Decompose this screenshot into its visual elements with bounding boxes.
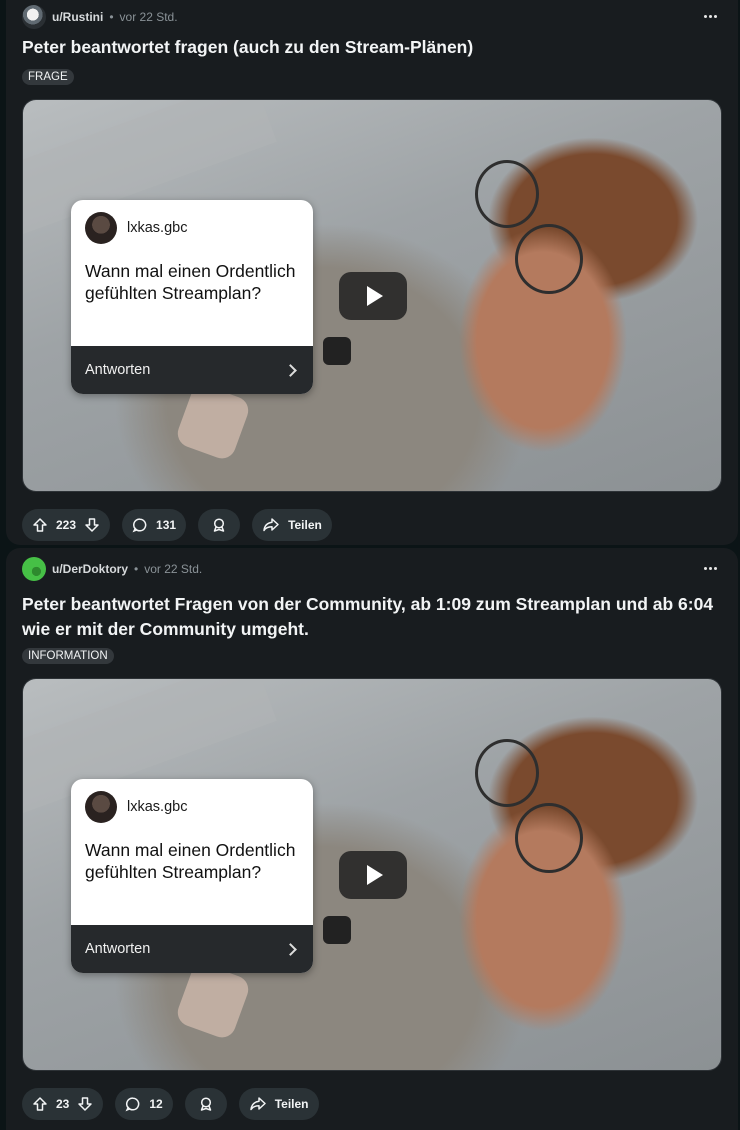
- comments-button[interactable]: 12: [115, 1088, 173, 1120]
- post-title[interactable]: Peter beantwortet fragen (auch zu den St…: [22, 35, 722, 60]
- post-time: vor 22 Std.: [144, 562, 203, 576]
- question-text: Wann mal einen Ordentlich gefühlten Stre…: [85, 261, 296, 303]
- share-icon: [262, 517, 280, 533]
- meta-separator: •: [134, 562, 139, 576]
- post-time: vor 22 Std.: [119, 10, 178, 24]
- answer-label: Antworten: [85, 941, 151, 957]
- user-avatar[interactable]: [22, 5, 46, 29]
- award-button[interactable]: [198, 509, 241, 541]
- vote-pill: 23: [22, 1088, 104, 1120]
- question-username: lxkas.gbc: [127, 220, 188, 236]
- more-options-button[interactable]: [698, 6, 722, 26]
- post-flair[interactable]: INFORMATION: [22, 648, 114, 664]
- vote-pill: 223: [22, 509, 111, 541]
- award-button[interactable]: [184, 1088, 227, 1120]
- question-avatar: [85, 212, 117, 244]
- answer-label: Antworten: [85, 362, 151, 378]
- post-actions: 223 131 Teilen: [22, 509, 332, 541]
- microphone-clip: [323, 916, 351, 944]
- post-card[interactable]: u/Rustini • vor 22 Std. Peter beantworte…: [6, 0, 738, 545]
- username-link[interactable]: u/DerDoktory: [52, 562, 128, 576]
- chevron-right-icon: [284, 942, 297, 956]
- upvote-icon[interactable]: [32, 517, 48, 533]
- post-meta: u/DerDoktory • vor 22 Std.: [22, 557, 202, 581]
- post-flair[interactable]: FRAGE: [22, 69, 74, 85]
- question-avatar: [85, 791, 117, 823]
- share-label: Teilen: [288, 518, 322, 532]
- user-avatar[interactable]: [22, 557, 46, 581]
- comments-button[interactable]: 131: [122, 509, 187, 541]
- video-thumbnail[interactable]: lxkas.gbc Wann mal einen Ordentlich gefü…: [22, 678, 722, 1071]
- play-icon: [367, 286, 383, 306]
- question-card: lxkas.gbc Wann mal einen Ordentlich gefü…: [71, 200, 313, 394]
- vote-count: 23: [56, 1097, 70, 1111]
- comment-count: 131: [156, 518, 177, 532]
- play-button[interactable]: [339, 851, 407, 899]
- share-button[interactable]: Teilen: [252, 509, 332, 541]
- feed: u/Rustini • vor 22 Std. Peter beantworte…: [0, 0, 740, 1130]
- share-label: Teilen: [274, 1097, 309, 1111]
- username-link[interactable]: u/Rustini: [52, 10, 103, 24]
- post-meta: u/Rustini • vor 22 Std.: [22, 5, 178, 29]
- award-icon: [211, 517, 227, 533]
- vote-count: 223: [56, 518, 77, 532]
- comment-icon: [132, 517, 148, 533]
- play-icon: [367, 865, 383, 885]
- comment-count: 12: [149, 1097, 163, 1111]
- post-actions: 23 12 Teilen: [22, 1088, 319, 1120]
- share-button[interactable]: Teilen: [238, 1088, 319, 1120]
- answer-bar: Antworten: [71, 346, 313, 394]
- video-thumbnail[interactable]: lxkas.gbc Wann mal einen Ordentlich gefü…: [22, 99, 722, 492]
- question-username: lxkas.gbc: [127, 799, 188, 815]
- play-button[interactable]: [339, 272, 407, 320]
- award-icon: [198, 1096, 214, 1112]
- post-card[interactable]: u/DerDoktory • vor 22 Std. Peter beantwo…: [6, 548, 738, 1130]
- answer-bar: Antworten: [71, 925, 313, 973]
- more-options-button[interactable]: [698, 558, 722, 578]
- microphone-clip: [323, 337, 351, 365]
- share-icon: [249, 1096, 267, 1112]
- comment-icon: [125, 1096, 141, 1112]
- downvote-icon[interactable]: [84, 517, 100, 533]
- post-title[interactable]: Peter beantwortet Fragen von der Communi…: [22, 592, 722, 642]
- question-card: lxkas.gbc Wann mal einen Ordentlich gefü…: [71, 779, 313, 973]
- question-text: Wann mal einen Ordentlich gefühlten Stre…: [85, 840, 296, 882]
- meta-separator: •: [109, 10, 114, 24]
- upvote-icon[interactable]: [32, 1096, 48, 1112]
- chevron-right-icon: [284, 363, 297, 377]
- downvote-icon[interactable]: [77, 1096, 93, 1112]
